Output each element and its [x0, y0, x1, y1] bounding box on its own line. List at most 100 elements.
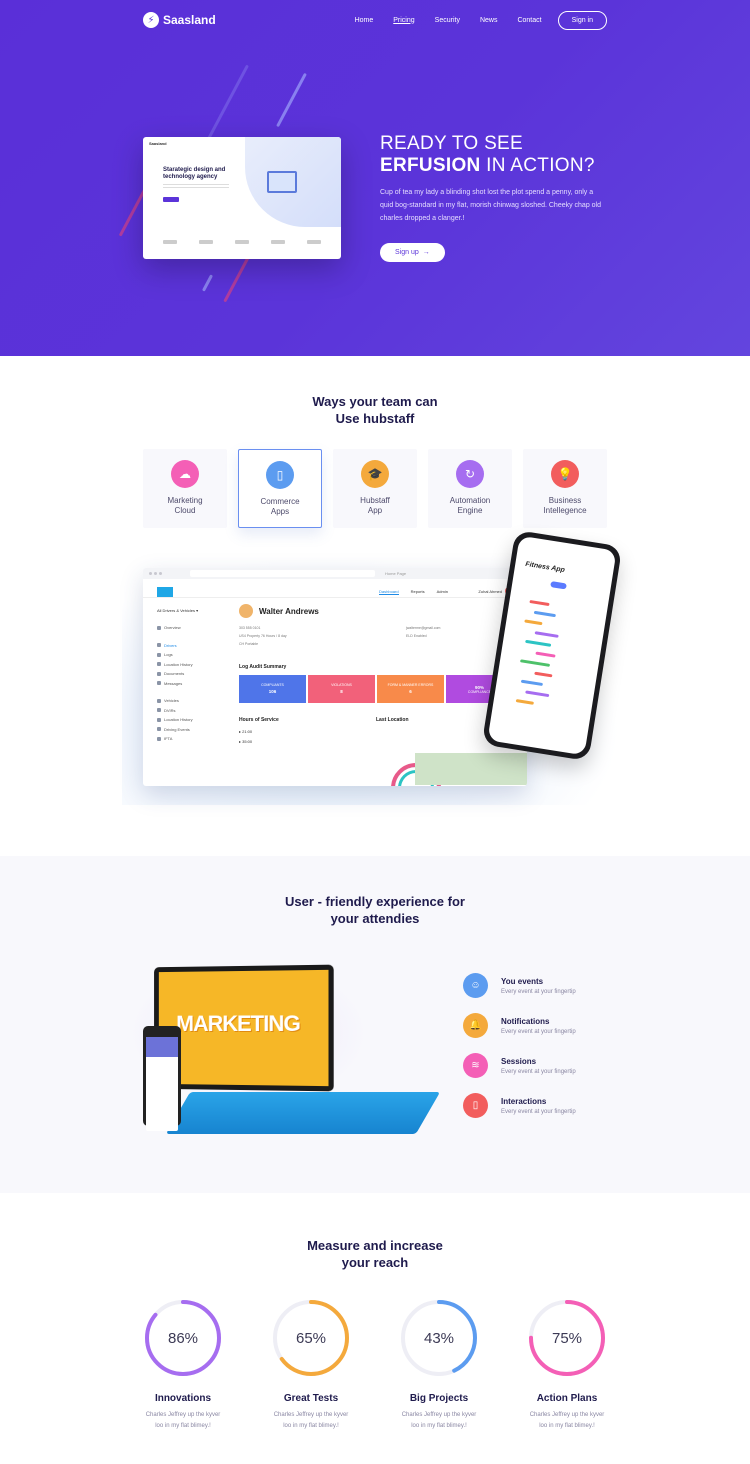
driver-info: 303 555 0101 jwalterme@gmail.com US4 Prop… — [239, 626, 441, 646]
ring-item: 65% Great Tests Charles Jeffrey up the k… — [271, 1298, 351, 1432]
decor-stripe — [223, 252, 252, 303]
top-nav: ⚡ Saasland Home Pricing Security News Co… — [143, 10, 607, 30]
hero-title-rest: IN ACTION? — [486, 155, 595, 176]
hours-list: ▸ 21:00 ▸ 35:00 — [239, 729, 253, 744]
card-business-intelligence[interactable]: 💡 Business Intellegence — [523, 449, 607, 528]
hero-website-preview: Saasland Starategic design and technolog… — [143, 137, 341, 259]
card-hubstaff-app[interactable]: 🎓 Hubstaff App — [333, 449, 417, 528]
friendly-section: User - friendly experience for your atte… — [0, 856, 750, 1193]
tablet-icon: ▯ — [266, 461, 294, 489]
signup-label: Sign up — [395, 249, 419, 256]
tab-reports[interactable]: Reports — [411, 589, 425, 595]
card-commerce-apps[interactable]: ▯ Commerce Apps — [238, 449, 322, 528]
dashboard-main: Walter Andrews 303 555 0101 jwalterme@gma… — [239, 604, 513, 744]
tab-dashboard[interactable]: Dashboard — [379, 589, 399, 595]
hero-title-line1: READY TO SEE — [380, 133, 523, 154]
browser-bar: Home Page — [143, 568, 527, 579]
dashboard-header: Dashboard Reports Admin Zuhal Ahmed — [143, 582, 527, 598]
nav-link-pricing[interactable]: Pricing — [393, 17, 414, 24]
phone-active-pill — [550, 581, 567, 590]
bolt-icon: ⚡ — [143, 12, 159, 28]
card-automation-engine[interactable]: ↻ Automation Engine — [428, 449, 512, 528]
marketing-graphic-text: MARKETING — [176, 1010, 300, 1037]
tablet-laptop-illustration: MARKETING — [154, 964, 334, 1092]
tab-admin[interactable]: Admin — [437, 589, 448, 595]
logo[interactable]: ⚡ Saasland — [143, 12, 216, 28]
sidebar-item[interactable]: Logs — [157, 650, 227, 660]
cloud-upload-icon: ☁ — [171, 460, 199, 488]
drivers-select[interactable]: All Drivers & Vehicles ▾ — [157, 608, 227, 613]
nav-links: Home Pricing Security News Contact — [355, 17, 542, 24]
hero-paragraph: Cup of tea my lady a blinding shot lost … — [380, 189, 602, 222]
ring-item: 75% Action Plans Charles Jeffrey up the … — [527, 1298, 607, 1432]
ways-title-line2: Use hubstaff — [335, 411, 415, 426]
nav-link-home[interactable]: Home — [355, 17, 374, 24]
ways-section: Ways your team can Use hubstaff ☁ Market… — [0, 356, 750, 856]
feature-cards: ☁ Marketing Cloud ▯ Commerce Apps 🎓 Hubsta… — [143, 449, 607, 528]
dashboard-logo — [157, 587, 173, 597]
hours-title: Hours of Service — [239, 717, 279, 723]
phone-app-title: Fitness App — [524, 560, 566, 575]
progress-ring: 65% — [271, 1298, 351, 1378]
sidebar-item[interactable]: Location History — [157, 715, 227, 725]
graduation-cap-icon: 🎓 — [361, 460, 389, 488]
signup-button[interactable]: Sign up → — [380, 243, 445, 262]
keyboard-illustration — [165, 1092, 441, 1134]
feature-item: 🔔 Notifications Every event at your finge… — [463, 1013, 576, 1038]
sidebar-item[interactable]: DVIRs — [157, 706, 227, 716]
signin-button[interactable]: Sign in — [557, 10, 607, 30]
stat-tile: FORM & MANNER ERRORS 6 — [377, 675, 444, 703]
progress-rings: 86% Innovations Charles Jeffrey up the k… — [143, 1298, 607, 1432]
friendly-title: User - friendly experience for your atte… — [285, 894, 465, 926]
progress-ring: 75% — [527, 1298, 607, 1378]
dashboard-bottom-headings: Hours of Service Last Location — [239, 717, 513, 723]
card-label: Commerce Apps — [260, 497, 300, 516]
sidebar-item[interactable]: IFTA — [157, 734, 227, 744]
card-label: Business Intellegence — [543, 496, 587, 515]
ways-title: Ways your team can Use hubstaff — [0, 356, 750, 427]
ways-title-line1: Ways your team can — [312, 394, 438, 409]
driver-name: Walter Andrews — [239, 604, 513, 618]
nav-link-security[interactable]: Security — [435, 17, 460, 24]
nav-link-contact[interactable]: Contact — [517, 17, 541, 24]
sidebar-item[interactable]: Drivers — [157, 641, 227, 651]
card-label: Hubstaff App — [360, 496, 390, 515]
progress-ring: 86% — [143, 1298, 223, 1378]
bell-icon: 🔔 — [463, 1013, 488, 1038]
browser-url — [190, 570, 375, 577]
sidebar-item[interactable]: Documents — [157, 669, 227, 679]
preview-button — [163, 197, 179, 202]
card-label: Automation Engine — [449, 496, 491, 515]
preview-partner-logos — [163, 240, 321, 245]
dashboard-sidebar: All Drivers & Vehicles ▾ Overview Driver… — [157, 608, 227, 744]
refresh-icon: ↻ — [456, 460, 484, 488]
sidebar-item[interactable]: Location History — [157, 660, 227, 670]
decor-stripe — [204, 64, 249, 146]
sidebar-item[interactable]: Driving Events — [157, 725, 227, 735]
stat-tile: COMPLIANTS 106 — [239, 675, 306, 703]
card-marketing-cloud[interactable]: ☁ Marketing Cloud — [143, 449, 227, 528]
preview-logo: Saasland — [149, 141, 167, 146]
layers-icon: ≋ — [463, 1053, 488, 1078]
log-audit-title: Log Audit Summary — [239, 664, 287, 670]
feature-item: ▯ Interactions Every event at your finger… — [463, 1093, 576, 1118]
sidebar-item[interactable]: Messages — [157, 679, 227, 689]
feature-list: ☺ You events Every event at your fingerti… — [463, 973, 576, 1133]
preview-text-lines — [163, 184, 229, 190]
sidebar-item[interactable]: Overview — [157, 623, 227, 633]
lightbulb-icon: 💡 — [551, 460, 579, 488]
progress-ring: 43% — [399, 1298, 479, 1378]
phone-icon: ▯ — [463, 1093, 488, 1118]
dashboard-tabs: Dashboard Reports Admin — [379, 589, 448, 595]
dashboard-preview: Home Page Dashboard Reports Admin Zuhal … — [143, 568, 527, 786]
location-map[interactable] — [415, 753, 527, 785]
driver-avatar — [239, 604, 253, 618]
hero-section: ⚡ Saasland Home Pricing Security News Co… — [0, 0, 750, 356]
sidebar-item[interactable]: Vehicles — [157, 696, 227, 706]
decor-stripe — [201, 274, 214, 292]
nav-link-news[interactable]: News — [480, 17, 498, 24]
hero-content: READY TO SEE ERFUSION IN ACTION? Cup of … — [380, 133, 610, 262]
ring-item: 43% Big Projects Charles Jeffrey up the … — [399, 1298, 479, 1432]
measure-title: Measure and increase your reach — [307, 1238, 443, 1270]
card-label: Marketing Cloud — [167, 496, 203, 515]
